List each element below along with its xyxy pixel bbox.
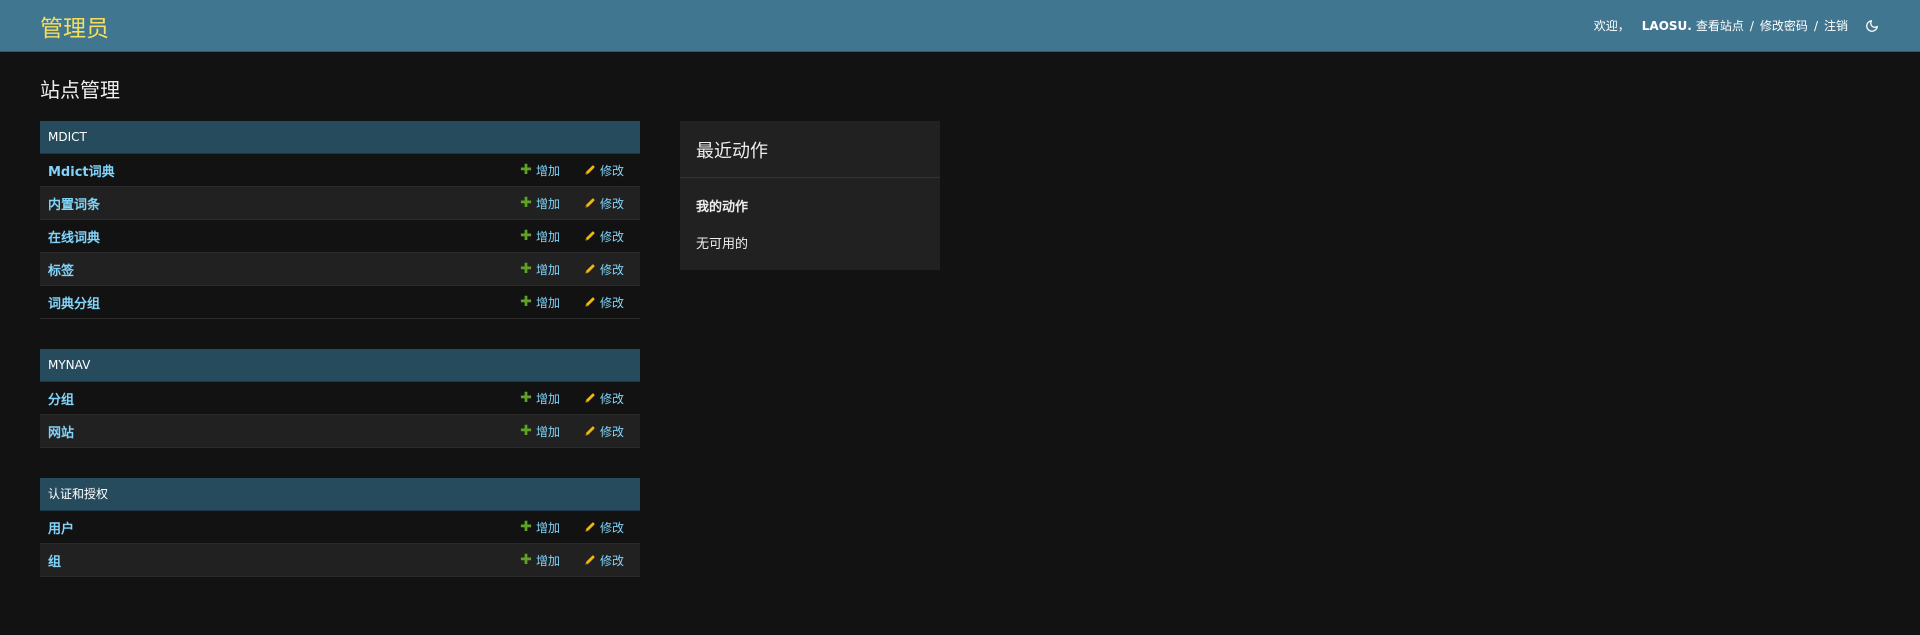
welcome-text: 欢迎， <box>1593 19 1630 33</box>
change-label: 修改 <box>599 424 624 439</box>
add-button[interactable]: ✚ 增加 <box>520 423 560 440</box>
pencil-icon <box>584 230 596 242</box>
separator: / <box>1813 18 1818 33</box>
add-label: 增加 <box>535 553 560 568</box>
plus-icon: ✚ <box>520 294 532 310</box>
separator: / <box>1749 18 1754 33</box>
app-module: 认证和授权 用户 ✚ 增加 修改组 ✚ 增加 修改 <box>40 478 640 577</box>
add-label: 增加 <box>535 262 560 277</box>
no-actions-text: 无可用的 <box>696 237 749 252</box>
pencil-icon <box>584 554 596 566</box>
app-caption[interactable]: MYNAV <box>40 349 640 382</box>
pencil-icon <box>584 296 596 308</box>
add-label: 增加 <box>535 163 560 178</box>
change-button[interactable]: 修改 <box>584 423 624 440</box>
change-label: 修改 <box>599 229 624 244</box>
app-caption[interactable]: MDICT <box>40 121 640 154</box>
page-title: 站点管理 <box>40 78 120 102</box>
app-list: MDICT Mdict词典 ✚ 增加 修改 内置词条 ✚ 增加 修改 在线词典 ✚ 增加 修改 标签 ✚ 增加… <box>40 121 640 607</box>
add-button[interactable]: ✚ 增加 <box>520 228 560 245</box>
recent-actions-title: 最近动作 <box>680 121 940 178</box>
app-caption[interactable]: 认证和授权 <box>40 478 640 511</box>
change-label: 修改 <box>599 553 624 568</box>
add-button[interactable]: ✚ 增加 <box>520 552 560 569</box>
header: 管理员 欢迎， LAOSU. 查看站点 / 修改密码 / 注销 <box>0 0 1920 52</box>
model-row: 用户 ✚ 增加 修改 <box>40 511 640 544</box>
user-tools: 欢迎， LAOSU. 查看站点 / 修改密码 / 注销 <box>1594 17 1880 34</box>
pencil-icon <box>584 521 596 533</box>
model-link[interactable]: 词典分组 <box>48 293 496 312</box>
change-button[interactable]: 修改 <box>584 228 624 245</box>
change-button[interactable]: 修改 <box>584 195 624 212</box>
moon-icon[interactable] <box>1864 18 1880 34</box>
change-password-link[interactable]: 修改密码 <box>1760 17 1808 34</box>
model-row: 分组 ✚ 增加 修改 <box>40 382 640 415</box>
app-module: MDICT Mdict词典 ✚ 增加 修改 内置词条 ✚ 增加 修改 在线词典 ✚ 增加 修改 标签 ✚ 增加… <box>40 121 640 319</box>
content: 站点管理 MDICT Mdict词典 ✚ 增加 修改 内置词条 ✚ 增加 修改 在线词典 ✚ 增加 修改… <box>0 52 1920 577</box>
add-button[interactable]: ✚ 增加 <box>520 162 560 179</box>
change-label: 修改 <box>599 163 624 178</box>
plus-icon: ✚ <box>520 162 532 178</box>
change-label: 修改 <box>599 295 624 310</box>
plus-icon: ✚ <box>520 261 532 277</box>
site-name[interactable]: 管理员 <box>40 9 109 43</box>
plus-icon: ✚ <box>520 552 532 568</box>
model-row: 词典分组 ✚ 增加 修改 <box>40 286 640 319</box>
change-label: 修改 <box>599 196 624 211</box>
change-label: 修改 <box>599 391 624 406</box>
plus-icon: ✚ <box>520 390 532 406</box>
add-button[interactable]: ✚ 增加 <box>520 261 560 278</box>
model-link[interactable]: 网站 <box>48 422 496 441</box>
pencil-icon <box>584 164 596 176</box>
pencil-icon <box>584 425 596 437</box>
model-row: 内置词条 ✚ 增加 修改 <box>40 187 640 220</box>
change-button[interactable]: 修改 <box>584 552 624 569</box>
model-link[interactable]: 用户 <box>48 518 496 537</box>
model-row: 标签 ✚ 增加 修改 <box>40 253 640 286</box>
plus-icon: ✚ <box>520 519 532 535</box>
pencil-icon <box>584 392 596 404</box>
add-label: 增加 <box>535 295 560 310</box>
change-button[interactable]: 修改 <box>584 162 624 179</box>
app-module: MYNAV 分组 ✚ 增加 修改 网站 ✚ 增加 修改 <box>40 349 640 448</box>
change-label: 修改 <box>599 520 624 535</box>
add-label: 增加 <box>535 520 560 535</box>
model-row: 在线词典 ✚ 增加 修改 <box>40 220 640 253</box>
view-site-link[interactable]: 查看站点 <box>1696 17 1744 34</box>
model-link[interactable]: Mdict词典 <box>48 161 496 180</box>
add-button[interactable]: ✚ 增加 <box>520 390 560 407</box>
username: LAOSU. <box>1641 18 1692 33</box>
plus-icon: ✚ <box>520 423 532 439</box>
my-actions-heading: 我的动作 <box>696 200 749 215</box>
add-button[interactable]: ✚ 增加 <box>520 195 560 212</box>
recent-actions-panel: 最近动作 我的动作 无可用的 <box>680 121 940 270</box>
logout-link[interactable]: 注销 <box>1824 17 1848 34</box>
change-button[interactable]: 修改 <box>584 261 624 278</box>
change-label: 修改 <box>599 262 624 277</box>
plus-icon: ✚ <box>520 228 532 244</box>
add-label: 增加 <box>535 196 560 211</box>
model-row: 组 ✚ 增加 修改 <box>40 544 640 577</box>
change-button[interactable]: 修改 <box>584 519 624 536</box>
model-link[interactable]: 内置词条 <box>48 194 496 213</box>
change-button[interactable]: 修改 <box>584 294 624 311</box>
pencil-icon <box>584 197 596 209</box>
model-link[interactable]: 标签 <box>48 260 496 279</box>
pencil-icon <box>584 263 596 275</box>
add-button[interactable]: ✚ 增加 <box>520 519 560 536</box>
add-button[interactable]: ✚ 增加 <box>520 294 560 311</box>
add-label: 增加 <box>535 229 560 244</box>
model-link[interactable]: 组 <box>48 551 496 570</box>
model-row: Mdict词典 ✚ 增加 修改 <box>40 154 640 187</box>
add-label: 增加 <box>535 391 560 406</box>
plus-icon: ✚ <box>520 195 532 211</box>
add-label: 增加 <box>535 424 560 439</box>
model-link[interactable]: 分组 <box>48 389 496 408</box>
model-row: 网站 ✚ 增加 修改 <box>40 415 640 448</box>
model-link[interactable]: 在线词典 <box>48 227 496 246</box>
change-button[interactable]: 修改 <box>584 390 624 407</box>
